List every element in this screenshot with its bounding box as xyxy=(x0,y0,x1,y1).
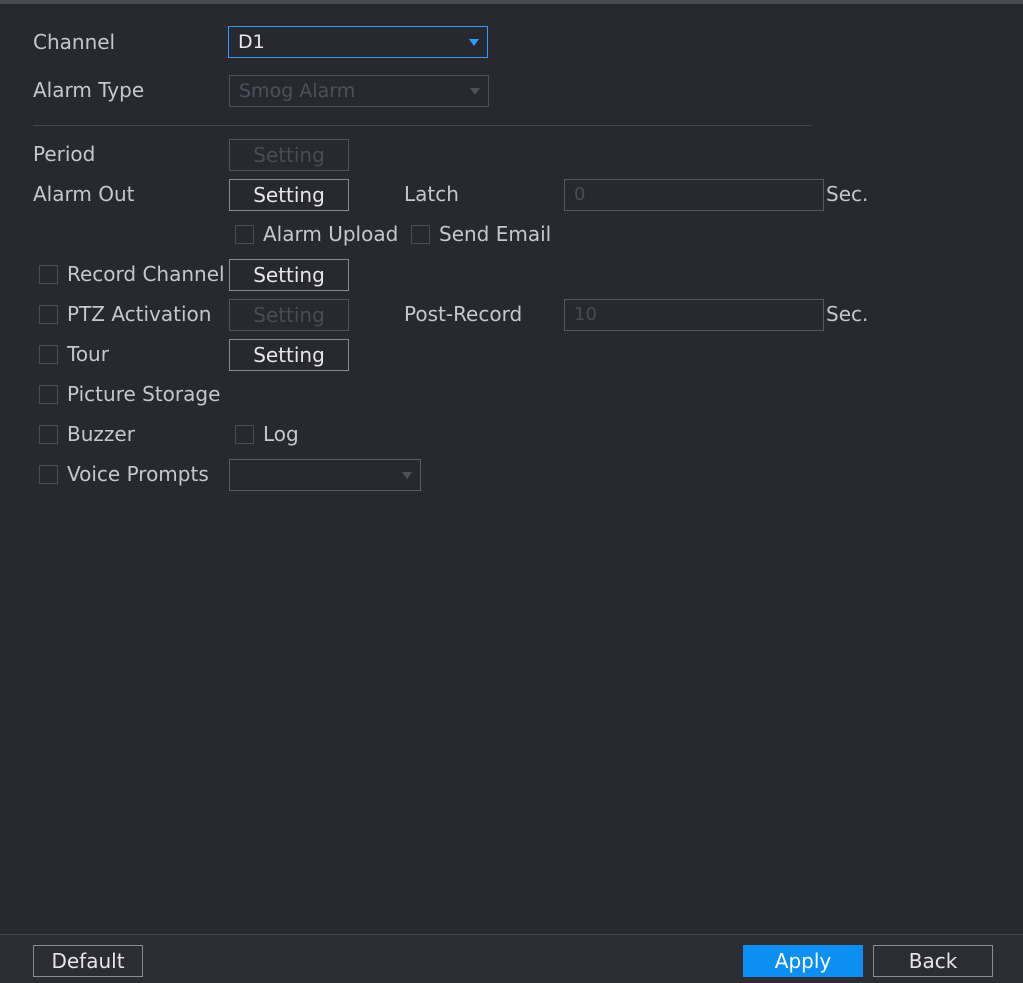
voice-prompts-checkbox[interactable] xyxy=(39,465,58,484)
default-button[interactable]: Default xyxy=(33,945,143,977)
alarm-upload-checkbox[interactable] xyxy=(235,225,254,244)
picture-storage-checkbox[interactable] xyxy=(39,385,58,404)
send-email-checkbox[interactable] xyxy=(411,225,430,244)
apply-button[interactable]: Apply xyxy=(743,945,863,977)
channel-select[interactable]: D1 xyxy=(228,26,488,58)
latch-unit: Sec. xyxy=(826,182,869,206)
section-divider xyxy=(33,125,812,126)
tour-checkbox[interactable] xyxy=(39,345,58,364)
picture-storage-label: Picture Storage xyxy=(67,382,221,406)
chevron-down-icon xyxy=(402,472,412,479)
ptz-activation-checkbox[interactable] xyxy=(39,305,58,324)
alarm-type-label: Alarm Type xyxy=(33,78,145,102)
alarm-upload-label: Alarm Upload xyxy=(263,222,399,246)
tour-label: Tour xyxy=(67,342,109,366)
alarm-out-label: Alarm Out xyxy=(33,182,135,206)
buzzer-label: Buzzer xyxy=(67,422,135,446)
chevron-down-icon xyxy=(469,39,479,46)
log-checkbox[interactable] xyxy=(235,425,254,444)
alarm-type-select: Smog Alarm xyxy=(229,75,489,107)
channel-select-value: D1 xyxy=(238,31,265,53)
period-setting-button: Setting xyxy=(229,139,349,171)
post-record-unit: Sec. xyxy=(826,302,869,326)
buzzer-checkbox[interactable] xyxy=(39,425,58,444)
record-channel-checkbox[interactable] xyxy=(39,265,58,284)
channel-label: Channel xyxy=(33,30,116,54)
voice-prompts-select xyxy=(229,459,421,491)
post-record-input: 10 xyxy=(564,299,824,331)
footer-bar: Default Apply Back xyxy=(0,934,1023,983)
latch-label: Latch xyxy=(404,182,459,206)
record-channel-label: Record Channel xyxy=(67,262,225,286)
tour-setting-button[interactable]: Setting xyxy=(229,339,349,371)
back-button[interactable]: Back xyxy=(873,945,993,977)
latch-input: 0 xyxy=(564,179,824,211)
chevron-down-icon xyxy=(470,88,480,95)
voice-prompts-label: Voice Prompts xyxy=(67,462,209,486)
send-email-label: Send Email xyxy=(439,222,552,246)
post-record-label: Post-Record xyxy=(404,302,523,326)
ptz-activation-setting-button: Setting xyxy=(229,299,349,331)
ptz-activation-label: PTZ Activation xyxy=(67,302,212,326)
period-label: Period xyxy=(33,142,96,166)
alarm-out-setting-button[interactable]: Setting xyxy=(229,179,349,211)
record-channel-setting-button[interactable]: Setting xyxy=(229,259,349,291)
alarm-type-select-value: Smog Alarm xyxy=(239,80,356,102)
alarm-settings-panel: Channel D1 Alarm Type Smog Alarm Period … xyxy=(0,0,1023,983)
log-label: Log xyxy=(263,422,299,446)
